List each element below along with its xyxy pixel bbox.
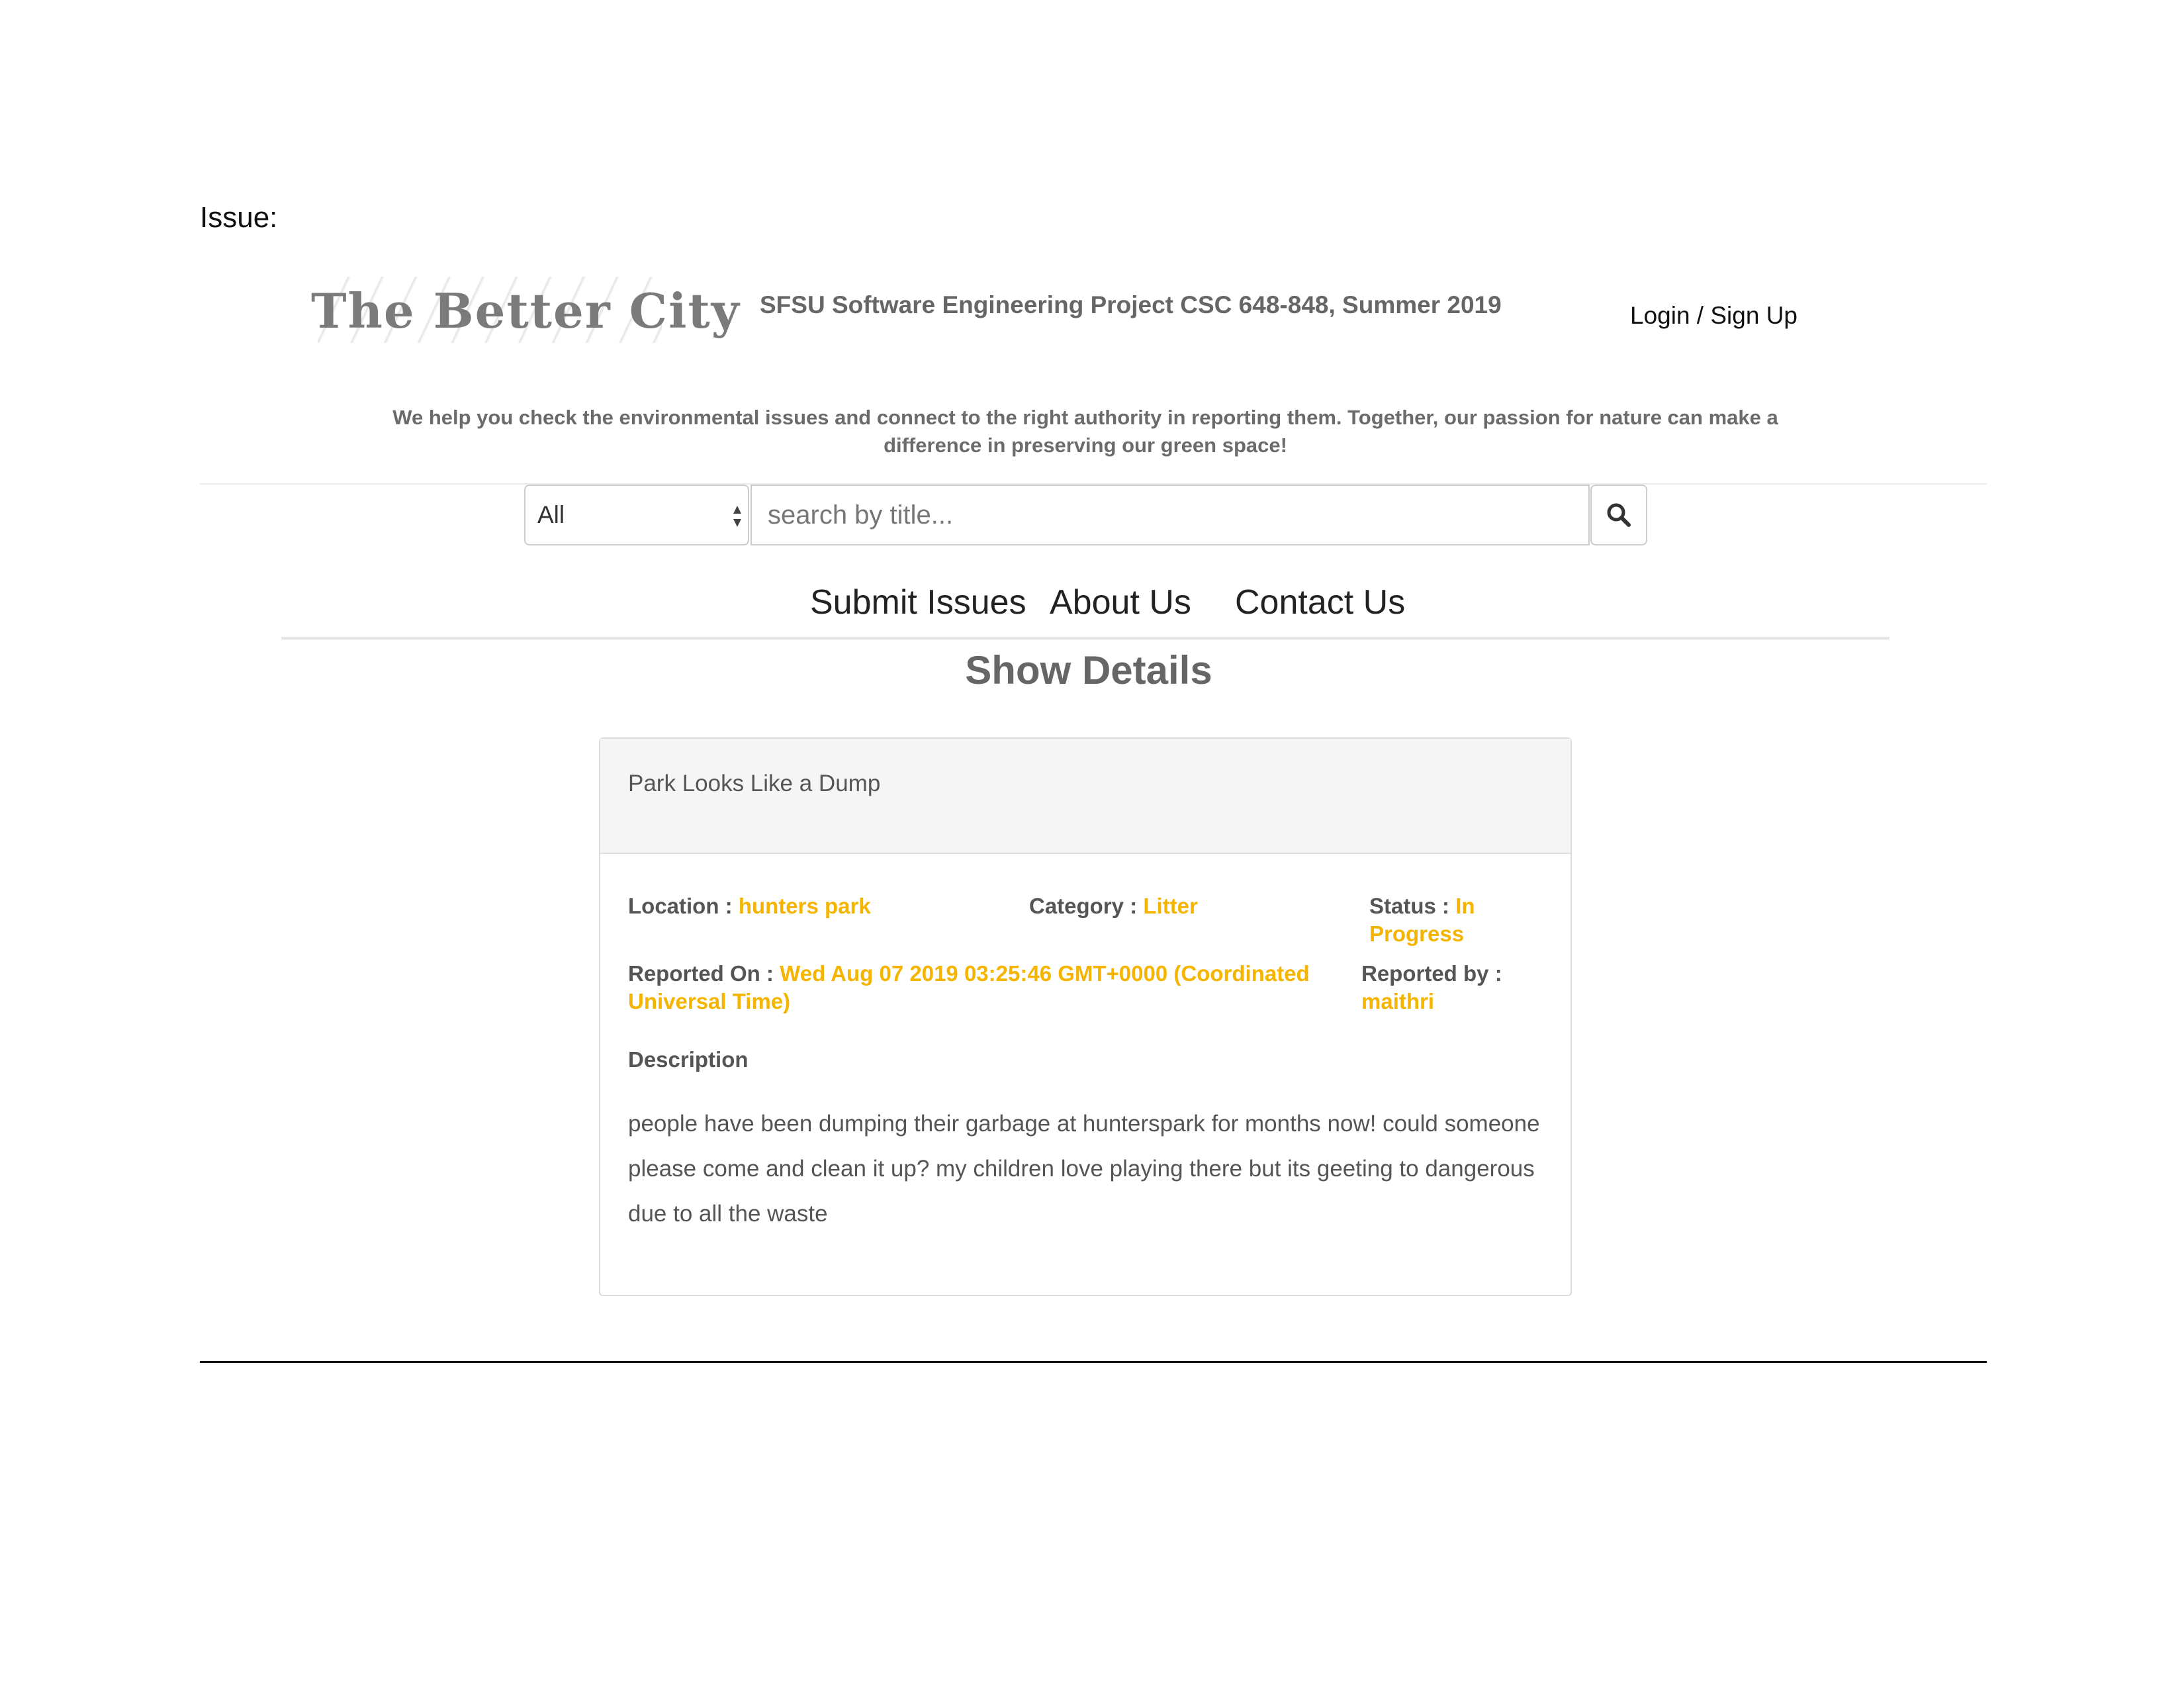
issue-status: Status : In Progress xyxy=(1369,892,1570,948)
tagline: We help you check the environmental issu… xyxy=(392,406,1778,457)
category-value: Litter xyxy=(1143,894,1198,918)
site-logo[interactable]: The Better City xyxy=(311,274,739,347)
location-label: Location : xyxy=(628,894,733,918)
status-label: Status : xyxy=(1369,894,1450,918)
search-input[interactable] xyxy=(751,485,1590,545)
page-heading: Show Details xyxy=(965,648,1212,692)
search-button[interactable] xyxy=(1590,485,1647,545)
nav-submit-issues[interactable]: Submit Issues xyxy=(810,583,1026,622)
select-arrows-icon xyxy=(733,506,741,527)
issue-category: Category : Litter xyxy=(1029,892,1198,920)
issue-reported-on: Reported On : Wed Aug 07 2019 03:25:46 G… xyxy=(628,960,1343,1015)
reported-by-label: Reported by : xyxy=(1361,961,1502,986)
issue-location: Location : hunters park xyxy=(628,892,871,920)
project-title: SFSU Software Engineering Project CSC 64… xyxy=(760,291,1502,318)
nav-about-us[interactable]: About Us xyxy=(1050,583,1191,622)
login-signup-link[interactable]: Login / Sign Up xyxy=(1630,302,1797,330)
category-select[interactable]: All xyxy=(524,485,749,545)
reported-by-value: maithri xyxy=(1361,989,1435,1013)
logo-text: The Better City xyxy=(311,282,741,339)
main-nav: Submit Issues About Us Contact Us xyxy=(0,583,2184,635)
search-icon xyxy=(1607,503,1631,527)
reported-on-label: Reported On : xyxy=(628,961,774,986)
description-text: people have been dumping their garbage a… xyxy=(628,1111,1540,1227)
nav-contact-us[interactable]: Contact Us xyxy=(1235,583,1405,622)
issue-card-header: Park Looks Like a Dump xyxy=(600,739,1570,854)
issue-reported-by: Reported by : maithri xyxy=(1361,960,1560,1015)
description-heading: Description xyxy=(628,1047,749,1072)
nav-divider xyxy=(281,637,1889,639)
document-label: Issue: xyxy=(200,201,278,234)
issue-title: Park Looks Like a Dump xyxy=(628,771,881,796)
category-select-value: All xyxy=(537,501,565,528)
location-value: hunters park xyxy=(738,894,871,918)
issue-card: Park Looks Like a Dump Location : hunter… xyxy=(599,737,1572,1296)
category-label: Category : xyxy=(1029,894,1138,918)
bottom-rule xyxy=(200,1361,1987,1363)
